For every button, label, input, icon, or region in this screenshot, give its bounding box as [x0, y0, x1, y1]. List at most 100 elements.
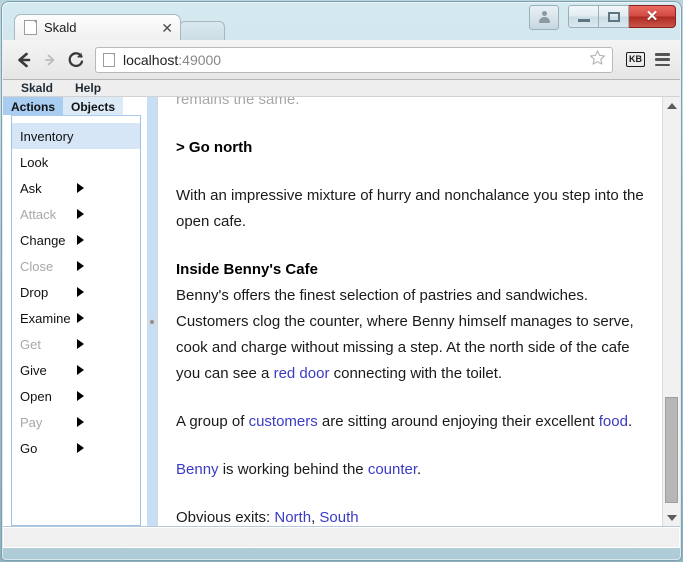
- command-text: > Go north: [176, 139, 253, 156]
- scrollbar-thumb[interactable]: [665, 397, 678, 503]
- sidebar-item-ask[interactable]: Ask: [12, 175, 140, 201]
- sidebar-item-get: Get: [12, 331, 140, 357]
- reload-button[interactable]: [63, 47, 89, 73]
- faded-text: remains the same.: [176, 97, 300, 108]
- tab-title: Skald: [44, 20, 77, 35]
- scrollbar-down-button[interactable]: [663, 509, 680, 526]
- room-title-text: Inside Benny's Cafe: [176, 261, 318, 278]
- sidebar-item-label: Inventory: [20, 128, 74, 144]
- window-titlebar[interactable]: Skald ✕ ✕: [2, 2, 681, 40]
- link-food[interactable]: food: [599, 413, 628, 430]
- browser-tab-skald[interactable]: Skald ✕: [14, 14, 181, 40]
- hamburger-line: [655, 63, 670, 66]
- menu-item-help[interactable]: Help: [75, 81, 101, 95]
- link-exit-south[interactable]: South: [319, 509, 358, 526]
- sidebar-item-look[interactable]: Look: [12, 149, 140, 175]
- story-faded-line: remains the same.: [176, 97, 645, 113]
- story-paragraph-benny: Benny is working behind the counter.: [176, 457, 645, 483]
- sidebar: Actions Objects Inventory Look Ask Attac…: [3, 97, 147, 526]
- story-room-title: Inside Benny's Cafe: [176, 257, 645, 283]
- sidebar-item-open[interactable]: Open: [12, 383, 140, 409]
- sidebar-item-pay: Pay: [12, 409, 140, 435]
- sidebar-item-change[interactable]: Change: [12, 227, 140, 253]
- close-button[interactable]: ✕: [629, 5, 676, 28]
- link-counter[interactable]: counter: [368, 461, 417, 478]
- app-menubar: Skald Help: [3, 80, 680, 97]
- sidebar-item-label: Look: [20, 154, 49, 170]
- minimize-button[interactable]: [568, 5, 599, 28]
- link-exit-north[interactable]: North: [274, 509, 311, 526]
- benny-end-text: .: [417, 461, 422, 478]
- link-benny[interactable]: Benny: [176, 461, 219, 478]
- group-part2: are sitting around enjoying their excell…: [317, 413, 599, 430]
- room-desc-part2: connecting with the toilet.: [329, 365, 503, 382]
- scrollbar-up-button[interactable]: [663, 97, 680, 114]
- sidebar-item-give[interactable]: Give: [12, 357, 140, 383]
- story-paragraph-customers: A group of customers are sitting around …: [176, 409, 645, 435]
- bookmark-star-button[interactable]: [589, 49, 606, 71]
- menu-item-skald[interactable]: Skald: [21, 81, 53, 95]
- hamburger-line: [655, 58, 670, 61]
- tab-objects[interactable]: Objects: [63, 97, 124, 115]
- hamburger-menu-icon[interactable]: [655, 53, 670, 66]
- sidebar-item-attack: Attack: [12, 201, 140, 227]
- panel-splitter[interactable]: [147, 97, 157, 526]
- maximize-button[interactable]: [599, 5, 629, 28]
- address-bar-url: localhost:49000: [123, 52, 583, 68]
- chevron-right-icon: [77, 339, 84, 349]
- chevron-right-icon: [77, 443, 84, 453]
- user-account-button[interactable]: [529, 5, 559, 30]
- link-red-door[interactable]: red door: [274, 365, 330, 382]
- group-part1: A group of: [176, 413, 249, 430]
- sidebar-item-label: Get: [20, 336, 41, 352]
- content-scrollbar[interactable]: [662, 97, 680, 526]
- browser-tabstrip: Skald ✕: [14, 14, 225, 40]
- browser-window: Skald ✕ ✕ localhost:49000 KB Skald Help …: [2, 2, 681, 560]
- extension-badge-kb[interactable]: KB: [626, 52, 645, 67]
- user-icon: [538, 11, 551, 24]
- sidebar-item-examine[interactable]: Examine: [12, 305, 140, 331]
- star-icon: [589, 49, 606, 65]
- reload-icon: [68, 51, 84, 67]
- minimize-icon: [577, 18, 590, 22]
- story-paragraph-move: With an impressive mixture of hurry and …: [176, 183, 645, 235]
- story-room-description: Benny's offers the finest selection of p…: [176, 283, 645, 387]
- sidebar-item-label: Pay: [20, 414, 43, 430]
- splitter-grip-handle[interactable]: [149, 319, 155, 325]
- sidebar-item-inventory[interactable]: Inventory: [12, 123, 140, 149]
- tab-close-icon[interactable]: ✕: [147, 21, 173, 35]
- app-statusbar: [3, 526, 680, 548]
- sidebar-item-go[interactable]: Go: [12, 435, 140, 461]
- chevron-right-icon: [77, 365, 84, 375]
- page-viewport: Skald Help Actions Objects Inventory Loo…: [3, 80, 680, 548]
- chevron-right-icon: [77, 417, 84, 427]
- sidebar-item-label: Attack: [20, 206, 57, 222]
- page-icon: [24, 20, 37, 35]
- tab-actions[interactable]: Actions: [3, 97, 64, 115]
- new-tab-button[interactable]: [179, 21, 225, 40]
- scroll-up-arrow-icon: [666, 102, 677, 109]
- sidebar-item-label: Drop: [20, 284, 49, 300]
- sidebar-item-label: Give: [20, 362, 47, 378]
- sidebar-item-label: Examine: [20, 310, 71, 326]
- page-icon: [103, 52, 115, 67]
- link-customers[interactable]: customers: [249, 413, 318, 430]
- sidebar-item-label: Close: [20, 258, 54, 274]
- address-bar[interactable]: localhost:49000: [95, 46, 613, 73]
- url-port: :49000: [178, 51, 222, 68]
- sidebar-item-label: Change: [20, 232, 66, 248]
- window-caption-buttons: ✕: [529, 5, 676, 30]
- chevron-right-icon: [77, 183, 84, 193]
- sidebar-item-label: Ask: [20, 180, 42, 196]
- group-part3: .: [627, 413, 633, 430]
- forward-button[interactable]: [37, 47, 63, 73]
- url-host: localhost: [123, 51, 179, 68]
- maximize-icon: [607, 11, 620, 22]
- chevron-right-icon: [77, 261, 84, 271]
- sidebar-tabstrip: Actions Objects: [3, 97, 147, 115]
- sidebar-item-close: Close: [12, 253, 140, 279]
- sidebar-item-drop[interactable]: Drop: [12, 279, 140, 305]
- back-button[interactable]: [11, 47, 37, 73]
- sidebar-item-label: Go: [20, 440, 38, 456]
- chevron-right-icon: [77, 287, 84, 297]
